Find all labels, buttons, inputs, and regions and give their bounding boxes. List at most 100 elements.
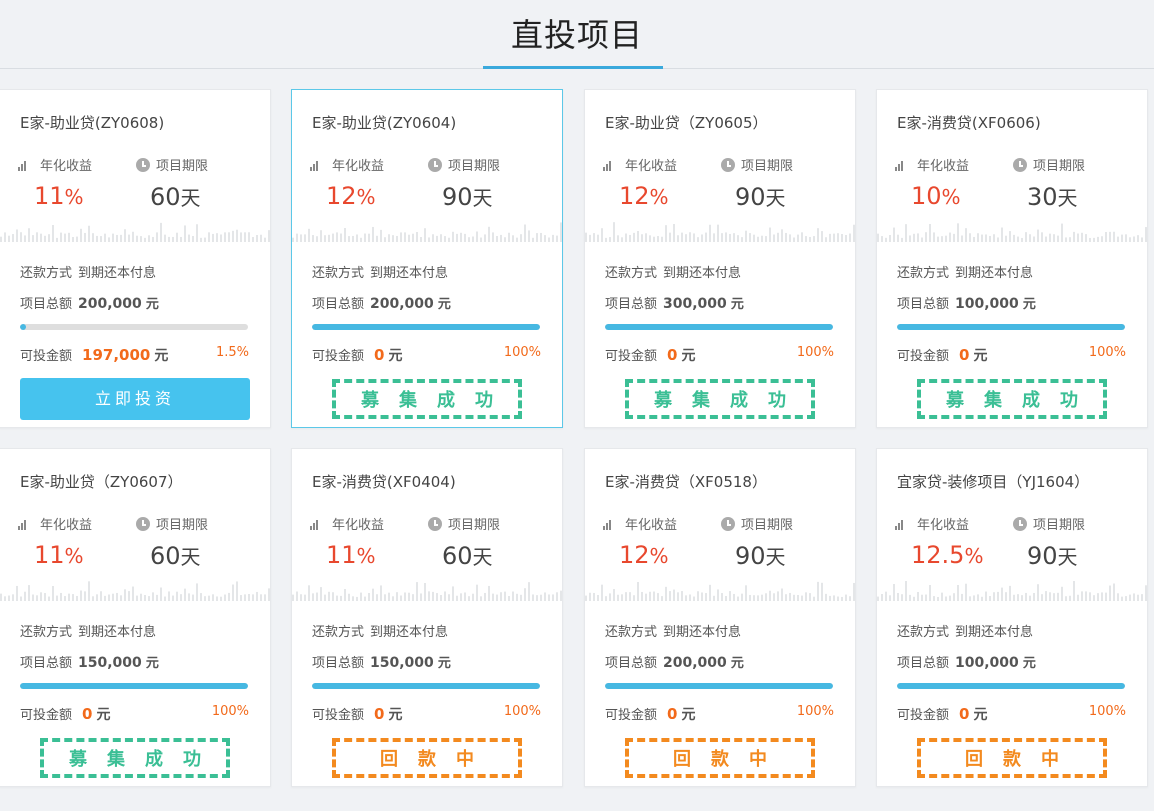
project-name[interactable]: E家-消费贷(XF0606) bbox=[897, 112, 1041, 133]
rate-label: 年化收益 bbox=[310, 514, 384, 533]
project-card[interactable]: E家-消费贷(XF0606) 年化收益 项目期限 10% 30天 还款方式 到期还… bbox=[876, 89, 1148, 428]
wave-bar bbox=[320, 230, 322, 242]
wave-bar bbox=[981, 596, 983, 601]
wave-bar bbox=[92, 233, 94, 242]
wave-bar bbox=[124, 589, 126, 601]
wave-bar bbox=[1077, 233, 1079, 242]
wave-bar bbox=[536, 595, 538, 601]
wave-bar bbox=[388, 592, 390, 601]
wave-bar bbox=[44, 235, 46, 242]
wave-bar bbox=[332, 233, 334, 242]
wave-bar bbox=[949, 595, 951, 601]
wave-bar bbox=[777, 591, 779, 601]
wave-bar bbox=[893, 584, 895, 601]
project-name[interactable]: E家-助业贷（ZY0605） bbox=[605, 112, 768, 133]
project-card[interactable]: E家-消费贷（XF0518） 年化收益 项目期限 12% 90天 还款方式 到期还… bbox=[584, 448, 856, 787]
wave-bar bbox=[1101, 236, 1103, 242]
wave-bar bbox=[72, 594, 74, 601]
wave-bar bbox=[1065, 596, 1067, 601]
wave-bar bbox=[456, 595, 458, 601]
project-name[interactable]: E家-助业贷（ZY0607） bbox=[20, 471, 183, 492]
wave-bar bbox=[701, 592, 703, 601]
wave-bar bbox=[905, 224, 907, 242]
wave-bar bbox=[524, 224, 526, 242]
project-card[interactable]: 宜家贷-装修项目（YJ1604） 年化收益 项目期限 12.5% 90天 还款方… bbox=[876, 448, 1148, 787]
project-card[interactable]: E家-助业贷(ZY0608) 年化收益 项目期限 11% 60天 还款方式 到期还… bbox=[0, 89, 271, 428]
avail-row: 可投金额 0 元 bbox=[605, 345, 695, 365]
avail-label: 可投金额 bbox=[20, 349, 73, 364]
wave-bar bbox=[528, 230, 530, 242]
avail-label: 可投金额 bbox=[20, 708, 73, 723]
project-name[interactable]: 宜家贷-装修项目（YJ1604） bbox=[897, 471, 1089, 492]
wave-bar bbox=[168, 591, 170, 601]
project-name[interactable]: E家-助业贷(ZY0604) bbox=[312, 112, 456, 133]
wave-bar bbox=[372, 226, 374, 242]
repay-label: 还款方式 bbox=[312, 266, 365, 281]
wave-bar bbox=[200, 593, 202, 601]
wave-bar bbox=[56, 237, 58, 242]
wave-bar bbox=[80, 590, 82, 601]
wave-bar bbox=[548, 237, 550, 242]
wave-bar bbox=[993, 234, 995, 242]
rate-label-text: 年化收益 bbox=[40, 518, 93, 533]
rate-unit: % bbox=[356, 544, 376, 568]
project-name[interactable]: E家-助业贷(ZY0608) bbox=[20, 112, 164, 133]
wave-bar bbox=[769, 227, 771, 242]
avail-label: 可投金额 bbox=[312, 349, 365, 364]
wave-bar bbox=[1049, 592, 1051, 601]
wave-bar bbox=[196, 224, 198, 242]
wave-bar bbox=[597, 594, 599, 601]
total-value: 150,000 bbox=[370, 655, 434, 671]
wave-bar bbox=[949, 232, 951, 242]
project-card[interactable]: E家-消费贷(XF0404) 年化收益 项目期限 11% 60天 还款方式 到期还… bbox=[291, 448, 563, 787]
wave-bar bbox=[1041, 232, 1043, 242]
wave-bar bbox=[1045, 236, 1047, 242]
wave-bar bbox=[1025, 592, 1027, 601]
wave-bar bbox=[1037, 584, 1039, 601]
project-card[interactable]: E家-助业贷(ZY0604) 年化收益 项目期限 12% 90天 还款方式 到期还… bbox=[291, 89, 563, 428]
wave-bar bbox=[248, 232, 250, 242]
wave-bar bbox=[484, 234, 486, 242]
wave-bar bbox=[1121, 234, 1123, 242]
project-card[interactable]: E家-助业贷（ZY0607） 年化收益 项目期限 11% 60天 还款方式 到期还… bbox=[0, 448, 271, 787]
wave-bar bbox=[713, 233, 715, 242]
wave-bar bbox=[753, 234, 755, 242]
project-name[interactable]: E家-消费贷(XF0404) bbox=[312, 471, 456, 492]
wave-bar bbox=[376, 235, 378, 242]
wave-bar bbox=[645, 233, 647, 242]
wave-bar bbox=[605, 596, 607, 601]
wave-bar bbox=[160, 222, 162, 242]
wave-bar bbox=[148, 596, 150, 601]
wave-bar bbox=[552, 594, 554, 601]
wave-bar bbox=[797, 234, 799, 242]
project-card[interactable]: E家-助业贷（ZY0605） 年化收益 项目期限 12% 90天 还款方式 到期还… bbox=[584, 89, 856, 428]
wave-bar bbox=[657, 236, 659, 242]
wave-bar bbox=[1081, 591, 1083, 601]
funding-progress bbox=[20, 683, 248, 689]
invest-now-button[interactable]: 立即投资 bbox=[20, 378, 250, 420]
wave-bar bbox=[356, 234, 358, 242]
rate-label-text: 年化收益 bbox=[917, 159, 970, 174]
wave-bar bbox=[312, 593, 314, 601]
wave-bar bbox=[637, 231, 639, 242]
wave-bar bbox=[524, 588, 526, 601]
avail-label: 可投金额 bbox=[605, 708, 658, 723]
wave-bar bbox=[825, 237, 827, 242]
rate-unit: % bbox=[649, 185, 669, 209]
wave-bar bbox=[420, 236, 422, 242]
wave-bar bbox=[52, 586, 54, 601]
status-stamp: 回款中 bbox=[332, 738, 522, 778]
funded-percent: 100% bbox=[1088, 704, 1126, 719]
funding-progress bbox=[605, 683, 833, 689]
wave-bar bbox=[1001, 227, 1003, 242]
project-name[interactable]: E家-消费贷（XF0518） bbox=[605, 471, 767, 492]
wave-bar bbox=[1041, 594, 1043, 601]
term-label: 项目期限 bbox=[428, 155, 500, 174]
annual-rate: 10% bbox=[911, 182, 961, 210]
wave-bar bbox=[196, 583, 198, 601]
wave-bar bbox=[236, 581, 238, 601]
repay-row: 还款方式 到期还本付息 bbox=[20, 621, 156, 640]
project-term: 30天 bbox=[1027, 182, 1078, 211]
wave-decoration bbox=[877, 218, 1149, 242]
wave-bar bbox=[336, 595, 338, 601]
